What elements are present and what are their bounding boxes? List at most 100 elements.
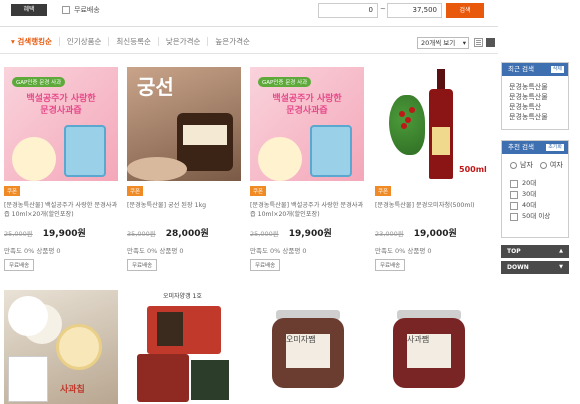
product-meta: 만족도 0% 상품평 0 [375,245,493,255]
product-name[interactable]: [문경농특산물] 백설공주가 사랑한 문경사과즙 10ml×20개(할인포장) [4,201,122,219]
per-page-select[interactable]: 20개씩 보기 [417,37,469,49]
down-button[interactable]: DOWN [501,261,569,274]
recent-search-item[interactable]: 문경농특산물 [502,92,568,102]
recent-search-title: 최근 검색 삭제 [502,63,568,76]
sale-price: 28,000원 [165,229,209,239]
checkbox-icon[interactable] [510,212,518,221]
yanggaeng [157,312,183,346]
product-card[interactable]: 사과칩 [4,290,122,404]
free-shipping-label: 무료배송 [74,6,100,14]
product-card[interactable]: 사과쨈 [375,290,493,404]
price-max-input[interactable]: 37,500 [387,3,442,18]
jar-label: 사과쨈 [407,334,451,368]
recent-search-item[interactable]: 문경농특산물 [502,82,568,92]
product-image[interactable]: GAP인증 문경 사과 백설공주가 사랑한 문경사과즙 [250,67,364,181]
recent-search-item[interactable]: 문경농특산물 [502,112,568,122]
juice-pack [310,125,352,177]
box-side [191,360,229,400]
top-button[interactable]: TOP [501,245,569,258]
checkbox-icon[interactable] [510,201,518,210]
coupon-badge: 쿠폰 [4,186,21,196]
product-meta: 만족도 0% 상품평 0 [127,245,245,255]
product-name[interactable]: [문경농특산물] 궁선 된장 1kg [127,201,245,219]
bottle-neck [437,69,445,91]
jar-label [183,125,227,145]
product-image[interactable]: 오미자쨈 [250,290,364,404]
sort-newest[interactable]: 최신등록순 [108,37,158,46]
product-card[interactable]: 궁선 쿠폰 [문경농특산물] 궁선 된장 1kg 35,000원 28,000원… [127,67,245,271]
product-card[interactable]: 오미자쨈 [250,290,368,404]
product-image[interactable]: 궁선 [127,67,241,181]
apple-slice [258,137,302,181]
product-name[interactable]: [문경농특산물] 문경오미자청(500ml) [375,201,493,219]
age-label: 50대 이상 [522,212,551,220]
recent-delete-button[interactable]: 삭제 [550,66,564,73]
free-shipping-tag: 무료배송 [4,259,35,271]
coupon-badge: 쿠폰 [127,186,144,196]
apple-chip [56,324,102,370]
recent-search-item[interactable]: 문경농특산 [502,102,568,112]
sort-popular[interactable]: 인기상품순 [58,37,109,46]
age-option[interactable]: 40대 [502,200,568,211]
product-image[interactable]: 사과쨈 [375,290,489,404]
product-image-text: 사과칩 [60,385,85,395]
product-image-text: 백설공주가 사랑한 문경사과즙 [26,94,96,116]
sort-ranking[interactable]: 검색랭킹순 [11,37,59,46]
product-image[interactable]: 500ml [375,67,489,181]
checkbox-icon[interactable] [62,6,70,14]
juice-pack [64,125,106,177]
product-image[interactable]: 오미자양갱 1호 [127,290,241,404]
sale-price: 19,000원 [413,229,457,239]
gender-radio-group: 남자 여자 [502,160,568,170]
checkbox-icon[interactable] [510,190,518,199]
radio-female[interactable] [539,161,547,169]
age-option[interactable]: 20대 [502,178,568,189]
sort-bar: 검색랭킹순 인기상품순 최신등록순 낮은가격순 높은가격순 [11,37,257,46]
list-view-icon[interactable] [474,38,483,47]
review-count: 상품평 0 [159,247,184,255]
radio-male[interactable] [510,161,517,169]
free-shipping-tag: 무료배송 [375,259,406,271]
checkbox-icon[interactable] [510,179,518,188]
recommend-reset-button[interactable]: 초기화 [546,144,564,151]
product-image[interactable]: 사과칩 [4,290,118,404]
product-image[interactable]: GAP인증 문경 사과 백설공주가 사랑한 문경사과즙 [4,67,118,181]
recommend-search-panel: 추천 검색 초기화 남자 여자 20대 30대 40대 50대 이상 [501,140,569,238]
bottle-label [432,127,450,155]
free-shipping-checkbox[interactable]: 무료배송 [62,5,100,15]
recent-search-heading: 최근 검색 [508,65,534,73]
range-separator: ~ [380,5,386,13]
apple-slice [12,137,56,181]
coupon-badge: 쿠폰 [250,186,267,196]
leaves [389,95,425,155]
review-count: 상품평 0 [36,247,61,255]
product-image-text: 백설공주가 사랑한 문경사과즙 [272,94,342,116]
product-meta: 만족도 0% 상품평 0 [250,245,368,255]
age-label: 40대 [522,201,537,209]
package [8,356,48,402]
original-price: 25,000원 [250,230,279,238]
original-price: 23,000원 [375,230,404,238]
product-card[interactable]: GAP인증 문경 사과 백설공주가 사랑한 문경사과즙 쿠폰 [문경농특산물] … [250,67,368,271]
product-card[interactable]: 오미자양갱 1호 [127,290,245,404]
satisfaction: 만족도 0% [4,247,35,255]
price-search-button[interactable]: 검색 [446,3,484,18]
age-option[interactable]: 30대 [502,189,568,200]
grid-view-icon[interactable] [486,38,495,47]
sort-price-low[interactable]: 낮은가격순 [157,37,208,46]
gap-badge: GAP인증 문경 사과 [12,77,66,87]
product-card[interactable]: 500ml 쿠폰 [문경농특산물] 문경오미자청(500ml) 23,000원 … [375,67,493,271]
age-label: 20대 [522,179,537,187]
satisfaction: 만족도 0% [127,247,158,255]
sale-price: 19,900원 [288,229,332,239]
product-name[interactable]: [문경농특산물] 백설공주가 사랑한 문경사과즙 10ml×20개(할인포장) [250,201,368,219]
age-option[interactable]: 50대 이상 [502,211,568,222]
flowers [8,296,48,336]
berries [399,111,405,117]
divider [0,26,498,27]
sort-price-high[interactable]: 높은가격순 [207,37,257,46]
original-price: 35,000원 [127,230,156,238]
product-card[interactable]: GAP인증 문경 사과 백설공주가 사랑한 문경사과즙 쿠폰 [문경농특산물] … [4,67,122,271]
product-image-text: 궁선 [137,75,174,99]
price-min-input[interactable]: 0 [318,3,378,18]
